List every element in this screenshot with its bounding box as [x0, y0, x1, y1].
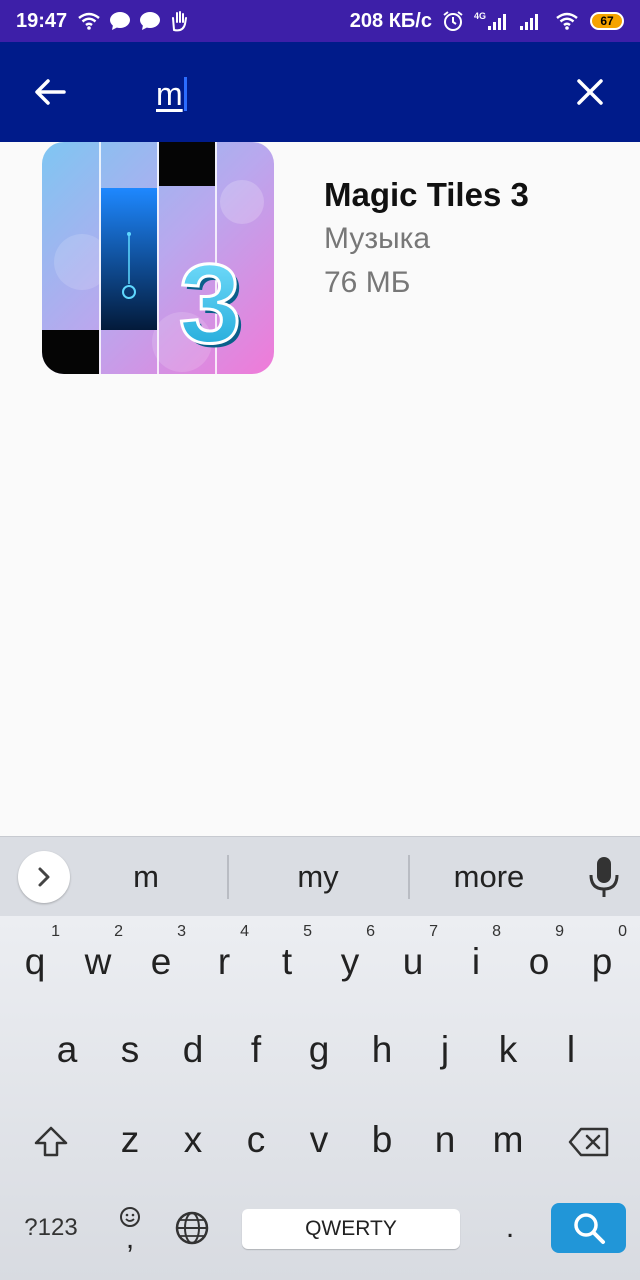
key-label: u	[402, 941, 424, 982]
key-t[interactable]: t5	[260, 924, 314, 992]
key-v[interactable]: v	[292, 1110, 346, 1170]
key-label: e	[150, 941, 172, 982]
space-key[interactable]: QWERTY	[242, 1209, 460, 1249]
app-title: Magic Tiles 3	[324, 176, 529, 213]
chevron-right-icon	[38, 867, 50, 887]
suggestion-2[interactable]: my	[258, 859, 378, 895]
svg-text:3: 3	[179, 241, 241, 366]
key-n[interactable]: n	[418, 1110, 472, 1170]
wifi-icon	[77, 12, 101, 30]
key-hint: 9	[555, 923, 564, 940]
key-hint: 8	[492, 923, 501, 940]
microphone-icon	[589, 857, 619, 897]
hand-icon	[169, 10, 189, 32]
key-hint: 5	[303, 923, 312, 940]
chat-bubble-icon	[139, 11, 161, 31]
key-c[interactable]: c	[229, 1110, 283, 1170]
arrow-left-icon	[35, 79, 66, 105]
search-app-bar: m	[0, 42, 640, 142]
shift-key[interactable]	[22, 1112, 80, 1172]
battery-icon: 67	[590, 12, 624, 30]
key-s[interactable]: s	[103, 1020, 157, 1080]
key-b[interactable]: b	[355, 1110, 409, 1170]
emoji-comma-key[interactable]: ,	[108, 1198, 152, 1258]
signal-4g: 4G	[474, 12, 510, 30]
network-type: 4G	[473, 11, 486, 21]
key-hint: 7	[429, 923, 438, 940]
key-hint: 6	[366, 923, 375, 940]
app-size: 76 МБ	[324, 266, 411, 299]
suggestion-3[interactable]: more	[429, 859, 549, 895]
key-label: y	[340, 941, 360, 982]
suggestion-divider	[227, 855, 229, 899]
status-bar: 19:47 208 КБ/с 4G 67	[0, 0, 640, 42]
key-w[interactable]: w2	[71, 924, 125, 992]
key-f[interactable]: f	[229, 1020, 283, 1080]
voice-input-button[interactable]	[586, 855, 622, 901]
search-icon	[573, 1213, 605, 1244]
suggestion-1[interactable]: m	[96, 859, 196, 895]
key-a[interactable]: a	[40, 1020, 94, 1080]
suggestion-divider	[408, 855, 410, 899]
chat-bubble-icon	[109, 11, 131, 31]
app-icon-magic-tiles: 3 3	[42, 142, 274, 374]
key-hint: 0	[618, 923, 627, 940]
app-category: Музыка	[324, 222, 431, 255]
key-hint: 1	[51, 923, 60, 940]
key-x[interactable]: x	[166, 1110, 220, 1170]
key-label: i	[471, 941, 481, 982]
key-label: o	[528, 941, 550, 982]
key-z[interactable]: z	[103, 1110, 157, 1170]
alarm-icon	[442, 10, 464, 32]
key-l[interactable]: l	[544, 1020, 598, 1080]
key-label: t	[281, 941, 293, 982]
signal-icon	[520, 12, 544, 30]
symbols-key[interactable]: ?123	[14, 1204, 88, 1252]
key-hint: 3	[177, 923, 186, 940]
key-i[interactable]: i8	[449, 924, 503, 992]
key-h[interactable]: h	[355, 1020, 409, 1080]
search-result-item[interactable]: 3 3	[0, 142, 640, 382]
key-r[interactable]: r4	[197, 924, 251, 992]
key-k[interactable]: k	[481, 1020, 535, 1080]
key-label: w	[84, 941, 112, 982]
wifi-icon	[554, 12, 580, 30]
expand-toolbar-button[interactable]	[18, 851, 70, 903]
search-action-key[interactable]	[551, 1203, 626, 1253]
key-y[interactable]: y6	[323, 924, 377, 992]
key-d[interactable]: d	[166, 1020, 220, 1080]
key-m[interactable]: m	[481, 1110, 535, 1170]
backspace-icon	[568, 1127, 609, 1157]
key-label: p	[591, 941, 613, 982]
globe-icon	[175, 1211, 209, 1245]
back-button[interactable]	[30, 72, 70, 112]
key-label: r	[217, 941, 231, 982]
key-g[interactable]: g	[292, 1020, 346, 1080]
key-hint: 2	[114, 923, 123, 940]
comma-label: ,	[125, 1222, 135, 1255]
key-hint: 4	[240, 923, 249, 940]
search-query: m	[156, 75, 183, 112]
key-p[interactable]: p0	[575, 924, 629, 992]
backspace-key[interactable]	[560, 1112, 618, 1172]
key-j[interactable]: j	[418, 1020, 472, 1080]
period-key[interactable]: .	[490, 1206, 530, 1250]
close-icon	[577, 79, 603, 105]
status-time: 19:47	[16, 9, 68, 32]
signal-icon	[488, 14, 506, 30]
clear-search-button[interactable]	[570, 72, 610, 112]
text-cursor	[183, 77, 187, 111]
shift-icon	[34, 1126, 68, 1157]
network-speed: 208 КБ/с	[349, 9, 432, 32]
language-key[interactable]	[170, 1206, 214, 1250]
key-e[interactable]: e3	[134, 924, 188, 992]
key-o[interactable]: o9	[512, 924, 566, 992]
key-label: q	[24, 941, 46, 982]
key-q[interactable]: q1	[8, 924, 62, 992]
search-input[interactable]: m	[156, 72, 187, 116]
key-u[interactable]: u7	[386, 924, 440, 992]
keyboard: q1 w2 e3 r4 t5 y6 u7 i8 o9 p0 a s d f g …	[0, 916, 640, 1280]
suggestion-strip: m my more	[0, 836, 640, 917]
